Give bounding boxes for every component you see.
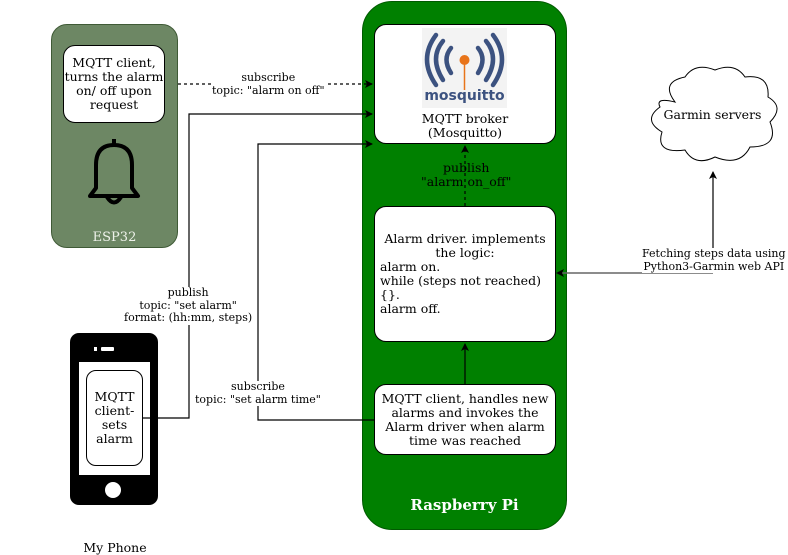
label-fetch-steps: Fetching steps data using Python3-Garmin… xyxy=(642,247,786,273)
bell-icon xyxy=(88,139,140,205)
label-publish-alarm-on-off: publish "alarm on_off" xyxy=(421,160,512,189)
label-subscribe-alarm-on-off: subscribe topic: "alarm on off" xyxy=(212,71,325,97)
label-publish-set-alarm: publish topic: "set alarm" format: (hh:m… xyxy=(124,286,253,325)
garmin-servers-node[interactable]: Garmin servers xyxy=(645,107,780,122)
edge-subscribe-set-alarm-time xyxy=(257,140,374,421)
label-subscribe-set-alarm-time: subscribe topic: "set alarm time" xyxy=(195,380,321,406)
